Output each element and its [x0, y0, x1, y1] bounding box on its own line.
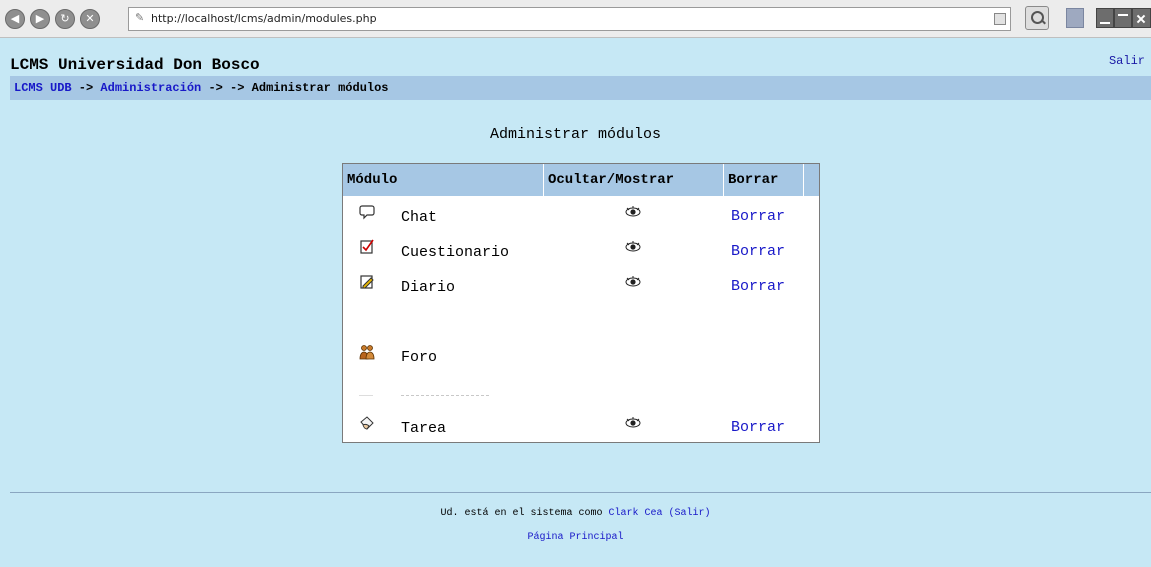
placeholder-line	[359, 395, 373, 396]
table-row: Foro	[343, 340, 819, 374]
breadcrumb-admin-link[interactable]: Administración	[100, 81, 201, 95]
breadcrumb-separator: -> ->	[201, 81, 252, 95]
table-row: Chat Borrar	[343, 200, 819, 234]
breadcrumb-separator: ->	[71, 81, 101, 95]
login-info: Ud. está en el sistema como Clark Cea (S…	[0, 508, 1151, 519]
address-bar[interactable]: ✎ http://localhost/lcms/admin/modules.ph…	[128, 7, 1011, 31]
address-text[interactable]: http://localhost/lcms/admin/modules.php	[151, 12, 377, 25]
footer-logout-link[interactable]: (Salir)	[669, 508, 711, 519]
forward-icon[interactable]: ▶	[30, 9, 50, 29]
eye-icon[interactable]	[625, 206, 641, 218]
column-header-toggle: Ocultar/Mostrar	[543, 164, 723, 196]
quiz-checkbox-icon	[360, 239, 374, 254]
delete-link[interactable]: Borrar	[731, 419, 785, 436]
footer-divider	[10, 492, 1151, 493]
address-dropdown-icon[interactable]	[994, 13, 1006, 25]
browser-toolbar: ◀ ▶ ↻ ✕ ✎ http://localhost/lcms/admin/mo…	[0, 0, 1151, 38]
user-link[interactable]: Clark Cea	[609, 508, 663, 519]
column-header-module: Módulo	[347, 172, 398, 188]
table-row: Diario Borrar	[343, 270, 819, 304]
home-link-wrap: Página Principal	[0, 532, 1151, 543]
modules-table: Módulo Ocultar/Mostrar Borrar Chat Borra…	[342, 163, 820, 443]
breadcrumb-current: Administrar módulos	[251, 81, 389, 95]
table-row	[343, 377, 819, 411]
page-icon: ✎	[135, 11, 145, 24]
eye-icon[interactable]	[625, 417, 641, 429]
reload-icon[interactable]: ↻	[55, 9, 75, 29]
site-title: LCMS Universidad Don Bosco	[10, 56, 260, 74]
delete-link[interactable]: Borrar	[731, 243, 785, 260]
module-name: Diario	[401, 279, 456, 296]
module-name: Tarea	[401, 420, 447, 437]
stop-icon[interactable]: ✕	[80, 9, 100, 29]
minimize-icon[interactable]	[1096, 8, 1114, 28]
module-name: Cuestionario	[401, 244, 510, 261]
eye-icon[interactable]	[625, 276, 641, 288]
close-window-icon[interactable]	[1132, 8, 1151, 28]
module-name: Chat	[401, 209, 438, 226]
delete-link[interactable]: Borrar	[731, 278, 785, 295]
logout-link[interactable]: Salir	[1109, 54, 1145, 68]
login-info-text: Ud. está en el sistema como	[440, 508, 603, 519]
page-title: Administrar módulos	[489, 126, 662, 143]
maximize-icon[interactable]	[1114, 8, 1132, 28]
breadcrumb: LCMS UDB -> Administración -> -> Adminis…	[10, 76, 1151, 100]
forum-people-icon	[359, 345, 375, 360]
search-icon[interactable]	[1025, 6, 1049, 30]
back-icon[interactable]: ◀	[5, 9, 25, 29]
header-spacer	[803, 164, 819, 196]
module-name: Foro	[401, 349, 438, 366]
eye-icon[interactable]	[625, 241, 641, 253]
placeholder-line	[401, 395, 489, 396]
delete-link[interactable]: Borrar	[731, 208, 785, 225]
table-header: Módulo Ocultar/Mostrar Borrar	[343, 164, 819, 196]
chat-bubble-icon	[359, 205, 375, 220]
journal-pencil-icon	[360, 275, 374, 289]
breadcrumb-home-link[interactable]: LCMS UDB	[14, 81, 72, 95]
bookmarks-icon[interactable]	[1066, 8, 1084, 28]
column-header-delete: Borrar	[723, 164, 803, 196]
table-row: Cuestionario Borrar	[343, 235, 819, 269]
assignment-hand-icon	[360, 416, 374, 430]
home-link[interactable]: Página Principal	[527, 532, 623, 543]
table-row: Tarea Borrar	[343, 411, 819, 445]
